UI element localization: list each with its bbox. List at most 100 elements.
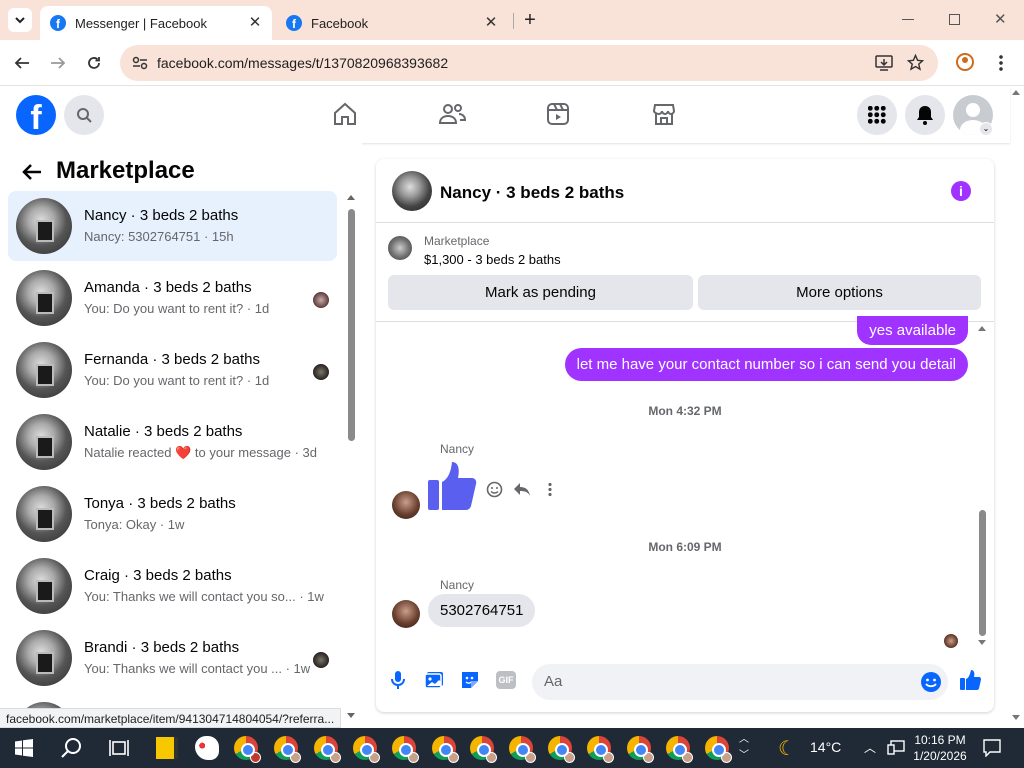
sender-avatar[interactable] (392, 600, 420, 628)
new-tab-icon[interactable]: + (520, 10, 540, 30)
moon-weather-icon[interactable]: ☾ (778, 736, 796, 761)
paint-app-icon[interactable] (195, 736, 219, 760)
chat-title[interactable]: Nancy · 3 beds 2 baths (440, 183, 624, 203)
sender-avatar[interactable] (392, 491, 420, 519)
incoming-message[interactable]: 5302764751 (428, 594, 536, 627)
message-scrollbar[interactable] (974, 322, 990, 654)
timestamp: Mon 6:09 PM (648, 540, 722, 554)
bookmark-star-icon[interactable] (907, 54, 924, 71)
address-bar[interactable]: facebook.com/messages/t/1370820968393682 (120, 45, 938, 81)
chrome-icon[interactable] (392, 736, 419, 763)
scroll-up-icon[interactable] (347, 195, 355, 200)
nav-home-icon[interactable] (330, 99, 360, 129)
nav-marketplace-icon[interactable] (649, 99, 679, 129)
thread-row[interactable]: Tonya · 3 beds 2 baths Tonya: Okay · 1w (8, 479, 337, 549)
chrome-icon[interactable] (587, 736, 614, 763)
scrollbar-thumb[interactable] (348, 209, 355, 441)
search-button[interactable] (64, 95, 104, 135)
back-arrow-icon[interactable] (22, 163, 42, 181)
thread-row[interactable]: Amanda · 3 beds 2 baths You: Do you want… (8, 263, 337, 333)
page-scroll-down-icon[interactable] (1012, 715, 1020, 720)
restore-icon[interactable] (949, 14, 960, 25)
thread-row[interactable] (8, 695, 337, 709)
forward-icon[interactable] (45, 50, 71, 76)
scroll-down-icon[interactable] (347, 713, 355, 718)
reply-icon[interactable] (513, 482, 531, 497)
chrome-icon[interactable] (666, 736, 693, 763)
listing-thumbnail (16, 198, 72, 254)
scroll-up-icon[interactable] (978, 326, 986, 331)
url-text[interactable]: facebook.com/messages/t/1370820968393682 (157, 55, 448, 71)
outgoing-message[interactable]: let me have your contact number so i can… (564, 348, 968, 381)
emoji-icon[interactable] (920, 671, 942, 693)
chrome-icon[interactable] (353, 736, 380, 763)
page-scroll-up-icon[interactable] (1012, 90, 1020, 95)
scrollbar-thumb[interactable] (979, 510, 986, 636)
listing-thumbnail[interactable] (388, 236, 412, 260)
clock-date: 1/20/2026 (913, 749, 967, 763)
taskbar-overflow-icon[interactable]: ︿ ﹀ (739, 732, 749, 764)
like-icon[interactable] (958, 668, 982, 692)
outgoing-message[interactable]: yes available (857, 316, 968, 345)
tab-messenger[interactable]: f Messenger | Facebook ✕ (40, 6, 272, 40)
photo-icon[interactable] (422, 668, 446, 692)
close-tab-icon[interactable]: ✕ (246, 14, 264, 32)
chrome-icon[interactable] (470, 736, 497, 763)
notification-center-icon[interactable] (983, 739, 1001, 757)
chat-thumbnail[interactable] (392, 171, 432, 211)
site-settings-icon[interactable] (132, 56, 148, 70)
thread-row[interactable]: Natalie · 3 beds 2 baths Natalie reacted… (8, 407, 337, 477)
windows-start-icon[interactable] (15, 739, 33, 757)
listing-price-title[interactable]: $1,300 - 3 beds 2 baths (424, 252, 561, 267)
chrome-icon[interactable] (509, 736, 536, 763)
facebook-logo[interactable]: f (16, 95, 56, 135)
thread-row[interactable]: Nancy · 3 beds 2 baths Nancy: 5302764751… (8, 191, 337, 261)
tab-facebook[interactable]: f Facebook ✕ (276, 6, 508, 40)
more-options-button[interactable]: More options (698, 275, 981, 310)
microphone-icon[interactable] (386, 668, 410, 692)
account-chevron-icon[interactable]: ⌄ (979, 122, 993, 136)
sticker-icon[interactable] (458, 668, 482, 692)
message-input[interactable]: Aa (532, 664, 948, 700)
chrome-icon[interactable] (234, 736, 261, 763)
search-icon[interactable] (61, 737, 83, 759)
notifications-button[interactable] (905, 95, 945, 135)
network-icon[interactable] (887, 740, 905, 756)
info-icon[interactable]: i (951, 181, 971, 201)
minimize-icon[interactable] (902, 19, 914, 20)
chrome-icon[interactable] (627, 736, 654, 763)
chrome-icon[interactable] (548, 736, 575, 763)
nav-friends-icon[interactable] (437, 99, 467, 129)
react-emoji-icon[interactable] (486, 481, 503, 498)
message-composer: GIF Aa (376, 654, 994, 712)
gif-icon[interactable]: GIF (494, 668, 518, 692)
clock-time: 10:16 PM (914, 733, 966, 747)
back-icon[interactable] (9, 50, 35, 76)
tray-chevron-icon[interactable]: ︿ (864, 739, 876, 756)
task-view-icon[interactable] (109, 738, 129, 758)
thumbs-up-sticker-icon[interactable] (426, 460, 478, 512)
tab-search-button[interactable] (8, 8, 32, 32)
more-actions-icon[interactable] (548, 482, 552, 497)
thread-row[interactable]: Fernanda · 3 beds 2 baths You: Do you wa… (8, 335, 337, 405)
chrome-icon[interactable] (314, 736, 341, 763)
reload-icon[interactable] (81, 50, 107, 76)
profile-icon[interactable] (956, 53, 974, 71)
weather-temperature[interactable]: 14°C (810, 739, 841, 755)
close-tab-icon[interactable]: ✕ (482, 14, 500, 32)
browser-menu-icon[interactable] (999, 54, 1003, 72)
chrome-icon[interactable] (432, 736, 459, 763)
thread-row[interactable]: Craig · 3 beds 2 baths You: Thanks we wi… (8, 551, 337, 621)
thread-list-scrollbar[interactable] (345, 193, 357, 718)
install-app-icon[interactable] (875, 55, 893, 71)
nav-video-icon[interactable] (543, 99, 573, 129)
chrome-icon[interactable] (274, 736, 301, 763)
menu-grid-button[interactable] (857, 95, 897, 135)
sticky-notes-icon[interactable] (156, 737, 178, 759)
close-window-icon[interactable]: ✕ (994, 10, 1007, 28)
scroll-down-icon[interactable] (978, 640, 986, 645)
chrome-icon[interactable] (705, 736, 732, 763)
thread-row[interactable]: Brandi · 3 beds 2 baths You: Thanks we w… (8, 623, 337, 693)
system-clock[interactable]: 10:16 PM 1/20/2026 (908, 732, 972, 764)
mark-as-pending-button[interactable]: Mark as pending (388, 275, 693, 310)
